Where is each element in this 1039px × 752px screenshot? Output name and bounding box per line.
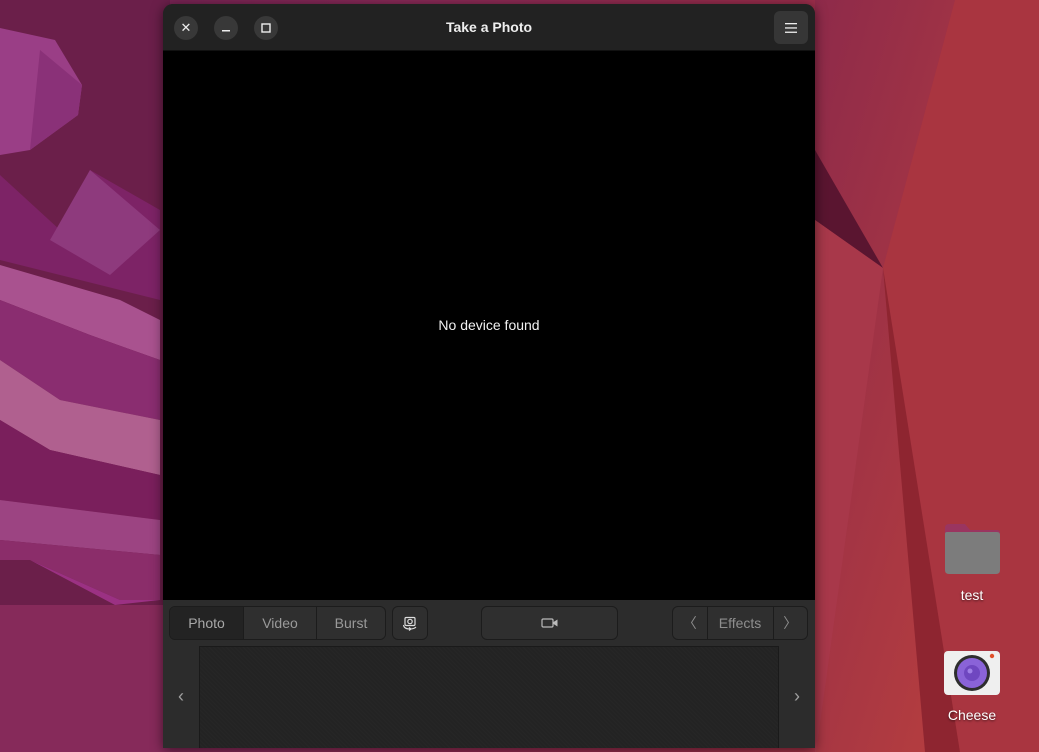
effects-button[interactable]: Effects bbox=[708, 607, 774, 639]
wallpaper-right bbox=[815, 0, 1039, 752]
cheese-window: ✕ Take a Photo No device found Photo Vid… bbox=[163, 4, 815, 748]
effects-selector: 〈 Effects 〉 bbox=[672, 606, 808, 640]
desktop-icon-label: test bbox=[960, 587, 984, 603]
capture-button[interactable] bbox=[481, 606, 618, 640]
no-device-message: No device found bbox=[438, 317, 540, 333]
camera-viewport: No device found bbox=[163, 51, 815, 600]
effects-next-button[interactable]: 〉 bbox=[774, 607, 807, 639]
effects-prev-button[interactable]: 〈 bbox=[673, 607, 708, 639]
camera-switch-icon bbox=[402, 616, 417, 631]
desktop-icon-test[interactable]: test bbox=[932, 522, 1012, 603]
desktop-icon-label: Cheese bbox=[947, 707, 997, 723]
desktop-icon-cheese[interactable]: Cheese bbox=[932, 650, 1012, 723]
thumbnails-next-arrow[interactable]: › bbox=[787, 686, 807, 706]
mode-video-button[interactable]: Video bbox=[244, 607, 317, 639]
thumbnails-prev-arrow[interactable]: ‹ bbox=[171, 686, 191, 706]
main-menu-button[interactable] bbox=[774, 11, 808, 44]
mode-selector: Photo Video Burst bbox=[169, 606, 386, 640]
bottom-panel: Photo Video Burst 〈 Effects 〉 ‹ › bbox=[163, 600, 815, 748]
window-title: Take a Photo bbox=[445, 19, 533, 35]
title-bar: ✕ Take a Photo bbox=[163, 4, 815, 51]
hamburger-menu-icon bbox=[785, 22, 797, 33]
switch-camera-button[interactable] bbox=[392, 606, 428, 640]
folder-icon bbox=[945, 524, 1000, 574]
video-camera-icon bbox=[540, 618, 557, 628]
cheese-app-icon bbox=[944, 651, 1000, 695]
wallpaper-left bbox=[0, 0, 170, 752]
mode-burst-button[interactable]: Burst bbox=[317, 607, 385, 639]
thumbnail-strip[interactable] bbox=[199, 646, 779, 748]
mode-photo-button[interactable]: Photo bbox=[170, 607, 244, 639]
